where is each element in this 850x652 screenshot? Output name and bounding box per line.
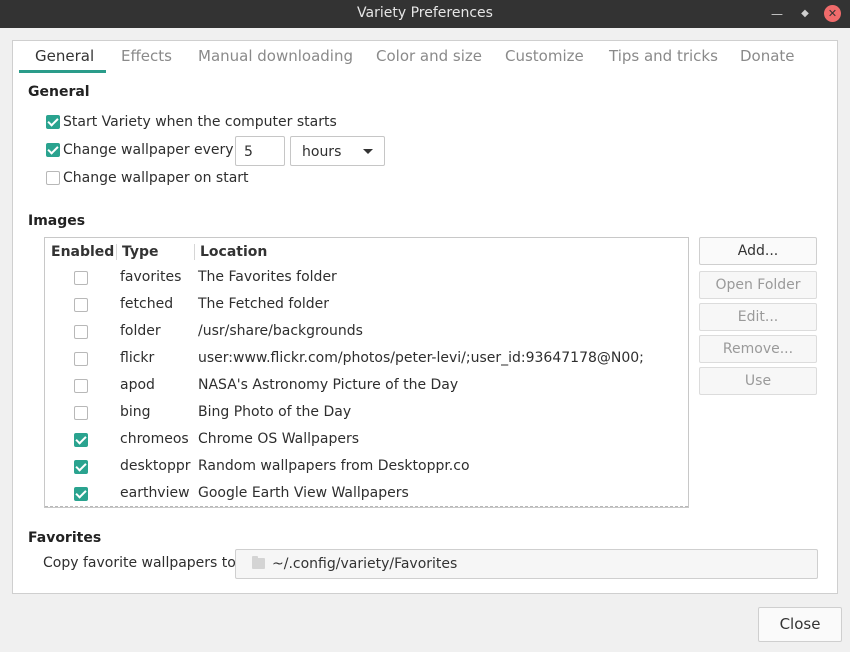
row-location: user:www.flickr.com/photos/peter-levi/;u… [198, 350, 644, 366]
folder-icon [252, 556, 265, 569]
change-on-start-label: Change wallpaper on start [63, 170, 249, 186]
row-type: desktoppr [120, 458, 191, 474]
favorites-folder-chooser[interactable]: ~/.config/variety/Favorites [235, 549, 818, 579]
row-type: favorites [120, 269, 182, 285]
column-separator [116, 244, 117, 260]
row-enabled-checkbox[interactable] [74, 271, 88, 285]
interval-input[interactable]: 5 [235, 136, 285, 166]
row-type: flickr [120, 350, 155, 366]
general-heading: General [28, 84, 90, 100]
row-type: chromeos [120, 431, 189, 447]
tab-donate[interactable]: Donate [740, 47, 795, 65]
row-location: The Fetched folder [198, 296, 330, 312]
tab-customize[interactable]: Customize [505, 47, 584, 65]
table-row[interactable]: chromeos Chrome OS Wallpapers [45, 427, 688, 454]
tab-general[interactable]: General [35, 47, 94, 65]
row-enabled-checkbox[interactable] [74, 325, 88, 339]
table-row[interactable]: folder /usr/share/backgrounds [45, 319, 688, 346]
tab-manual-downloading[interactable]: Manual downloading [198, 47, 353, 65]
title-bar: Variety Preferences — ◆ ✕ [0, 0, 850, 28]
row-enabled-checkbox[interactable] [74, 406, 88, 420]
row-enabled-checkbox[interactable] [74, 352, 88, 366]
change-on-start-checkbox[interactable] [46, 171, 60, 185]
row-location: NASA's Astronomy Picture of the Day [198, 377, 459, 393]
use-source-button[interactable]: Use [699, 367, 817, 395]
remove-source-button[interactable]: Remove... [699, 335, 817, 363]
column-separator [194, 244, 195, 260]
favorites-folder-path: ~/.config/variety/Favorites [272, 556, 458, 572]
row-location: Random wallpapers from Desktoppr.co [198, 458, 470, 474]
table-row[interactable]: apod NASA's Astronomy Picture of the Day [45, 373, 688, 400]
start-on-boot-checkbox[interactable] [46, 115, 60, 129]
table-row[interactable]: fetched The Fetched folder [45, 292, 688, 319]
table-row[interactable]: earthview Google Earth View Wallpapers [45, 481, 688, 507]
column-header-type[interactable]: Type [122, 244, 159, 260]
row-enabled-checkbox[interactable] [74, 298, 88, 312]
table-scroll-edge [45, 506, 688, 507]
images-heading: Images [28, 213, 86, 229]
table-row[interactable]: favorites The Favorites folder [45, 265, 688, 292]
close-button[interactable]: Close [758, 607, 842, 642]
row-enabled-checkbox[interactable] [74, 460, 88, 474]
column-header-enabled[interactable]: Enabled [51, 244, 114, 260]
change-every-label: Change wallpaper every [63, 142, 234, 158]
row-location: Google Earth View Wallpapers [198, 485, 409, 501]
change-every-checkbox[interactable] [46, 143, 60, 157]
image-sources-table[interactable]: Enabled Type Location favorites The Favo… [44, 237, 689, 508]
add-source-button[interactable]: Add... [699, 237, 817, 265]
row-enabled-checkbox[interactable] [74, 487, 88, 501]
open-folder-button[interactable]: Open Folder [699, 271, 817, 299]
row-enabled-checkbox[interactable] [74, 433, 88, 447]
row-type: apod [120, 377, 155, 393]
table-row[interactable]: bing Bing Photo of the Day [45, 400, 688, 427]
maximize-icon[interactable]: ◆ [796, 5, 814, 23]
tab-tips-and-tricks[interactable]: Tips and tricks [609, 47, 718, 65]
row-location: Bing Photo of the Day [198, 404, 352, 420]
row-type: bing [120, 404, 151, 420]
row-type: folder [120, 323, 161, 339]
change-every-row[interactable]: Change wallpaper every [46, 142, 234, 158]
dropdown-arrow-icon [363, 149, 373, 154]
interval-unit-select[interactable]: hours [290, 136, 385, 166]
row-type: fetched [120, 296, 174, 312]
minimize-icon[interactable]: — [768, 5, 786, 23]
row-enabled-checkbox[interactable] [74, 379, 88, 393]
row-type: earthview [120, 485, 190, 501]
start-on-boot-row[interactable]: Start Variety when the computer starts [46, 114, 337, 130]
change-on-start-row[interactable]: Change wallpaper on start [46, 170, 249, 186]
favorites-heading: Favorites [28, 530, 102, 546]
edit-source-button[interactable]: Edit... [699, 303, 817, 331]
tab-color-and-size[interactable]: Color and size [376, 47, 482, 65]
window-title: Variety Preferences [357, 5, 493, 21]
start-on-boot-label: Start Variety when the computer starts [63, 114, 337, 130]
copy-favorites-label: Copy favorite wallpapers to [43, 555, 236, 571]
interval-unit-value: hours [302, 144, 342, 160]
table-row[interactable]: desktoppr Random wallpapers from Desktop… [45, 454, 688, 481]
row-location: Chrome OS Wallpapers [198, 431, 360, 447]
preferences-panel: General Effects Manual downloading Color… [12, 40, 838, 594]
table-row[interactable]: flickr user:www.flickr.com/photos/peter-… [45, 346, 688, 373]
column-header-location[interactable]: Location [200, 244, 267, 260]
row-location: /usr/share/backgrounds [198, 323, 363, 339]
active-tab-indicator [19, 70, 106, 73]
close-window-icon[interactable]: ✕ [824, 5, 841, 22]
tab-effects[interactable]: Effects [121, 47, 172, 65]
row-location: The Favorites folder [198, 269, 337, 285]
